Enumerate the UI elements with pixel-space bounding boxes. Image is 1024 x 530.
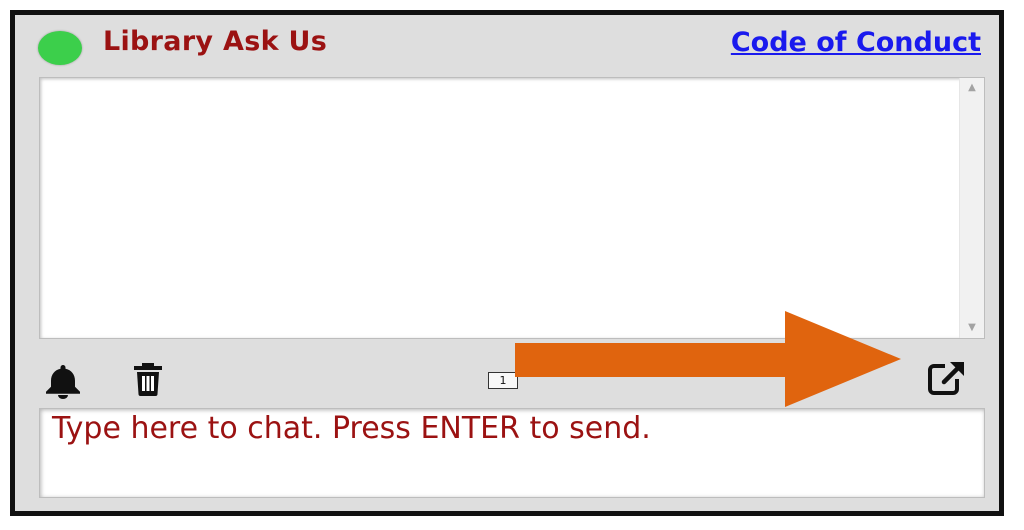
unread-count-badge: 1 [488,372,518,389]
transcript-scrollbar[interactable]: ▲ ▼ [959,78,984,338]
chat-transcript[interactable]: ▲ ▼ [39,77,985,339]
chat-header: Library Ask Us Code of Conduct [15,15,999,77]
chat-message-input[interactable] [39,408,985,498]
chat-toolbar: 1 [15,345,999,407]
external-link-icon[interactable] [925,359,969,397]
scroll-down-arrow-icon[interactable]: ▼ [960,318,984,338]
online-status-indicator [38,31,82,65]
scroll-up-arrow-icon[interactable]: ▲ [960,78,984,98]
bell-icon[interactable] [42,363,84,399]
trash-icon[interactable] [130,361,166,397]
code-of-conduct-link[interactable]: Code of Conduct [731,27,981,58]
chat-widget: Library Ask Us Code of Conduct ▲ ▼ 1 [10,10,1004,516]
chat-title: Library Ask Us [103,26,328,57]
